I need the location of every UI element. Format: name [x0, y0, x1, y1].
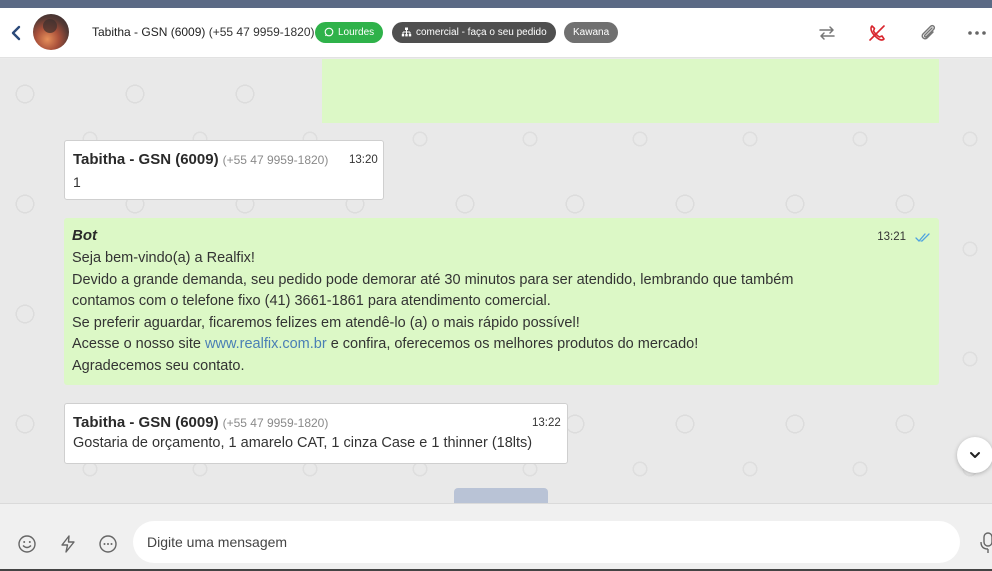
- message-line: Agradecemos seu contato.: [72, 357, 245, 374]
- message-sender: Tabitha - GSN (6009) (+55 47 9959-1820): [73, 414, 328, 431]
- whatsapp-icon: [324, 27, 334, 37]
- message-time: 13:20: [349, 154, 378, 166]
- contact-phone: (+55 47 9959-1820): [208, 25, 315, 39]
- user-tag-label: Kawana: [573, 27, 610, 38]
- line-suffix: e confira, oferecemos os melhores produt…: [326, 336, 699, 353]
- message-input-wrapper: [133, 521, 960, 563]
- incoming-message[interactable]: Tabitha - GSN (6009) (+55 47 9959-1820) 1…: [64, 403, 568, 464]
- top-strip: [0, 0, 992, 8]
- emoji-icon[interactable]: [17, 534, 37, 554]
- sender-phone: (+55 47 9959-1820): [222, 416, 329, 430]
- message-sender: Tabitha - GSN (6009) (+55 47 9959-1820): [73, 151, 328, 168]
- sitemap-icon: [401, 27, 412, 37]
- composer: [0, 503, 992, 571]
- message-text: 1: [73, 174, 81, 190]
- message-line: Devido a grande demanda, seu pedido pode…: [72, 271, 794, 288]
- message-line: Acesse o nosso site www.realfix.com.br e…: [72, 334, 922, 356]
- message-sender: Bot: [72, 227, 97, 244]
- agent-tag[interactable]: Lourdes: [315, 22, 384, 43]
- quick-reply-icon[interactable]: [58, 534, 78, 554]
- agent-tag-label: Lourdes: [338, 27, 375, 38]
- user-tag[interactable]: Kawana: [564, 22, 619, 43]
- chat-header: Tabitha - GSN (6009) (+55 47 9959-1820) …: [0, 8, 992, 58]
- previous-message-bubble: [322, 59, 939, 123]
- department-tag[interactable]: comercial - faça o seu pedido: [392, 22, 556, 43]
- avatar[interactable]: [33, 14, 69, 50]
- sender-name: Tabitha - GSN (6009): [73, 414, 219, 431]
- contact-info[interactable]: Tabitha - GSN (6009) (+55 47 9959-1820): [92, 25, 314, 39]
- chat-bubble-icon[interactable]: [98, 534, 118, 554]
- line-prefix: Acesse o nosso site: [72, 336, 205, 353]
- message-line: Seja bem-vindo(a) a Realfix!: [72, 250, 255, 266]
- transfer-icon[interactable]: [816, 22, 838, 44]
- bot-message[interactable]: Bot 13:21 Seja bem-vindo(a) a Realfix! D…: [64, 218, 939, 385]
- back-icon[interactable]: [8, 24, 24, 42]
- message-line: contamos com o telefone fixo (41) 3661-1…: [72, 293, 551, 310]
- sender-name: Tabitha - GSN (6009): [73, 151, 219, 168]
- department-tag-label: comercial - faça o seu pedido: [416, 27, 547, 38]
- website-link[interactable]: www.realfix.com.br: [205, 336, 327, 352]
- sender-phone: (+55 47 9959-1820): [222, 153, 329, 167]
- message-text: Gostaria de orçamento, 1 amarelo CAT, 1 …: [73, 435, 533, 451]
- scroll-down-button[interactable]: [957, 437, 992, 473]
- partial-date-badge: [454, 488, 548, 503]
- contact-name: Tabitha - GSN (6009): [92, 25, 206, 39]
- message-line: Se preferir aguardar, ficaremos felizes …: [72, 314, 580, 331]
- microphone-icon[interactable]: [980, 532, 992, 554]
- message-text: Seja bem-vindo(a) a Realfix! Devido a gr…: [72, 248, 922, 378]
- message-input[interactable]: [147, 521, 947, 563]
- chat-area[interactable]: Tabitha - GSN (6009) (+55 47 9959-1820) 1…: [0, 59, 992, 503]
- more-icon[interactable]: [966, 22, 988, 44]
- message-time: 13:21: [877, 231, 906, 243]
- incoming-message[interactable]: Tabitha - GSN (6009) (+55 47 9959-1820) 1…: [64, 140, 384, 200]
- double-check-icon: [915, 233, 930, 242]
- attach-icon[interactable]: [917, 22, 939, 44]
- message-time: 13:22: [532, 417, 561, 429]
- end-call-icon[interactable]: [866, 22, 888, 44]
- chevron-down-icon: [970, 452, 980, 458]
